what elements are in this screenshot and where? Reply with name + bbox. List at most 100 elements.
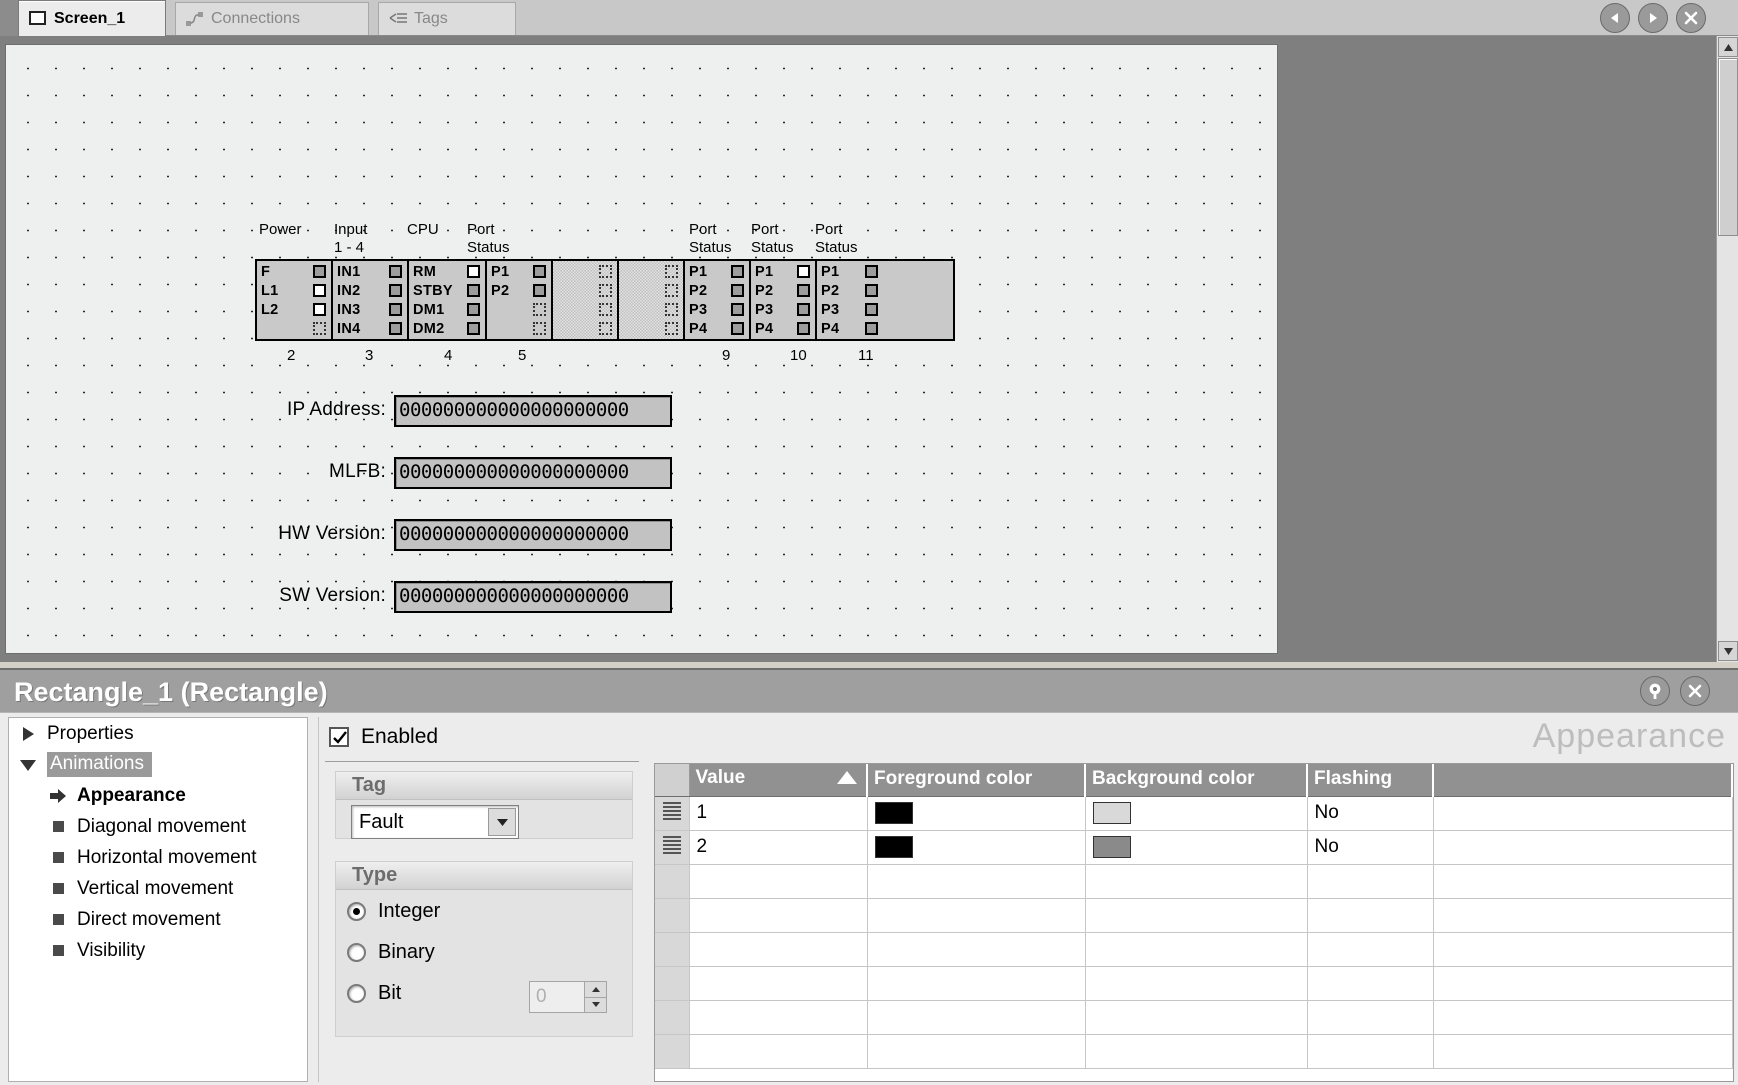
color-swatch[interactable] (874, 801, 913, 824)
radio-integer-dot[interactable] (347, 902, 366, 921)
table-row-empty[interactable] (655, 966, 1733, 1001)
device-segment[interactable] (619, 261, 685, 339)
bit-number-stepper[interactable]: 0 (529, 981, 607, 1013)
next-button[interactable] (1638, 3, 1668, 33)
cell-blank[interactable] (1433, 830, 1733, 865)
cell-background-color[interactable] (1085, 1034, 1308, 1069)
stepper-down-icon[interactable] (585, 997, 606, 1012)
device-segment[interactable]: P1 P2 P3 P4 (751, 261, 817, 339)
cell-value[interactable]: 2 (689, 830, 868, 865)
row-handle[interactable] (655, 830, 690, 865)
cell-foreground-color[interactable] (867, 796, 1086, 831)
radio-binary-dot[interactable] (347, 943, 366, 962)
table-row-empty[interactable] (655, 864, 1733, 899)
cell-blank[interactable] (1433, 898, 1733, 933)
chevron-down-icon[interactable] (488, 808, 516, 836)
row-handle[interactable] (655, 1000, 690, 1035)
table-row[interactable]: 1 No (655, 796, 1733, 831)
canvas-vertical-scrollbar[interactable] (1716, 36, 1738, 662)
cell-flashing[interactable] (1307, 966, 1434, 1001)
row-handle[interactable] (655, 898, 690, 933)
field-value-box[interactable]: 000000000000000000000 (394, 395, 672, 427)
device-segment[interactable]: F L1 L2 (257, 261, 333, 339)
enabled-row[interactable]: Enabled (329, 725, 438, 749)
field-value-box[interactable]: 000000000000000000000 (394, 581, 672, 613)
cell-blank[interactable] (1433, 1000, 1733, 1035)
cell-foreground-color[interactable] (867, 966, 1086, 1001)
cell-value[interactable] (689, 1000, 868, 1035)
cell-flashing[interactable] (1307, 898, 1434, 933)
device-segment[interactable]: P1 P2 (487, 261, 553, 339)
device-segment[interactable]: RM STBY DM1 DM2 (409, 261, 487, 339)
cell-value[interactable] (689, 864, 868, 899)
scroll-down-button[interactable] (1718, 641, 1738, 661)
cell-foreground-color[interactable] (867, 864, 1086, 899)
help-icon[interactable] (1640, 676, 1670, 706)
scrollbar-thumb[interactable] (1718, 58, 1738, 236)
cell-background-color[interactable] (1085, 1000, 1308, 1035)
tree-item-diagonal-movement[interactable]: Diagonal movement (9, 811, 307, 842)
tree-item-vertical-movement[interactable]: Vertical movement (9, 873, 307, 904)
radio-bit-dot[interactable] (347, 984, 366, 1003)
radio-binary[interactable]: Binary (347, 941, 435, 964)
table-row-empty[interactable] (655, 932, 1733, 967)
prev-button[interactable] (1600, 3, 1630, 33)
row-handle[interactable] (655, 864, 690, 899)
device-segment[interactable]: IN1 IN2 IN3 IN4 (333, 261, 409, 339)
cell-flashing[interactable] (1307, 1000, 1434, 1035)
radio-bit[interactable]: Bit (347, 982, 401, 1005)
color-swatch[interactable] (874, 835, 913, 858)
cell-value[interactable]: 1 (689, 796, 868, 831)
column-header-flashing[interactable]: Flashing (1307, 764, 1434, 797)
color-swatch[interactable] (1092, 801, 1131, 824)
close-icon[interactable] (1680, 676, 1710, 706)
cell-background-color[interactable] (1085, 932, 1308, 967)
bit-stepper-buttons[interactable] (584, 982, 606, 1012)
cell-foreground-color[interactable] (867, 932, 1086, 967)
cell-flashing[interactable] (1307, 864, 1434, 899)
table-row-empty[interactable] (655, 898, 1733, 933)
cell-background-color[interactable] (1085, 830, 1308, 865)
tree-item-appearance[interactable]: Appearance (9, 780, 307, 811)
color-swatch[interactable] (1092, 835, 1131, 858)
table-row-empty[interactable] (655, 1000, 1733, 1035)
tree-item-visibility[interactable]: Visibility (9, 935, 307, 966)
radio-integer[interactable]: Integer (347, 900, 440, 923)
cell-foreground-color[interactable] (867, 830, 1086, 865)
device-segment[interactable] (553, 261, 619, 339)
cell-blank[interactable] (1433, 932, 1733, 967)
tree-item-direct-movement[interactable]: Direct movement (9, 904, 307, 935)
column-header-value[interactable]: Value (689, 764, 868, 797)
device-segment[interactable]: P1 P2 P3 P4 (817, 261, 883, 339)
screen-canvas[interactable]: Power Input 1 - 4 CPU Port Status Port Statu… (5, 44, 1278, 654)
cell-value[interactable] (689, 1034, 868, 1069)
row-handle[interactable] (655, 932, 690, 967)
table-row[interactable]: 2 No (655, 830, 1733, 865)
tab-tags[interactable]: Tags (378, 2, 516, 35)
cell-background-color[interactable] (1085, 966, 1308, 1001)
tab-screen-1[interactable]: Screen_1 (18, 0, 166, 36)
cell-blank[interactable] (1433, 864, 1733, 899)
stepper-up-icon[interactable] (585, 982, 606, 998)
column-header-background-color[interactable]: Background color (1085, 764, 1308, 797)
column-header-blank[interactable] (1433, 764, 1733, 797)
field-value-box[interactable]: 000000000000000000000 (394, 457, 672, 489)
scroll-up-button[interactable] (1718, 37, 1738, 57)
cell-value[interactable] (689, 966, 868, 1001)
device-segment[interactable]: P1 P2 P3 P4 (685, 261, 751, 339)
device-faceplate[interactable]: F L1 L2 IN1 IN2 IN3 IN4 RM STBY DM1 DM2 P1 P2 P1 P2 P3 P… (255, 259, 955, 341)
table-row-empty[interactable] (655, 1034, 1733, 1069)
cell-flashing[interactable]: No (1307, 796, 1434, 831)
cell-value[interactable] (689, 898, 868, 933)
enabled-checkbox[interactable] (329, 727, 349, 747)
row-handle[interactable] (655, 796, 690, 831)
tree-item-animations[interactable]: Animations (9, 749, 307, 780)
appearance-table[interactable]: Value Foreground color Background color Fla… (654, 763, 1734, 1082)
cell-flashing[interactable] (1307, 932, 1434, 967)
cell-background-color[interactable] (1085, 796, 1308, 831)
field-value-box[interactable]: 000000000000000000000 (394, 519, 672, 551)
property-tree[interactable]: Properties Animations Appearance Diagonal m… (8, 717, 308, 1082)
cell-foreground-color[interactable] (867, 1000, 1086, 1035)
cell-flashing[interactable]: No (1307, 830, 1434, 865)
tab-connections[interactable]: Connections (175, 2, 369, 35)
